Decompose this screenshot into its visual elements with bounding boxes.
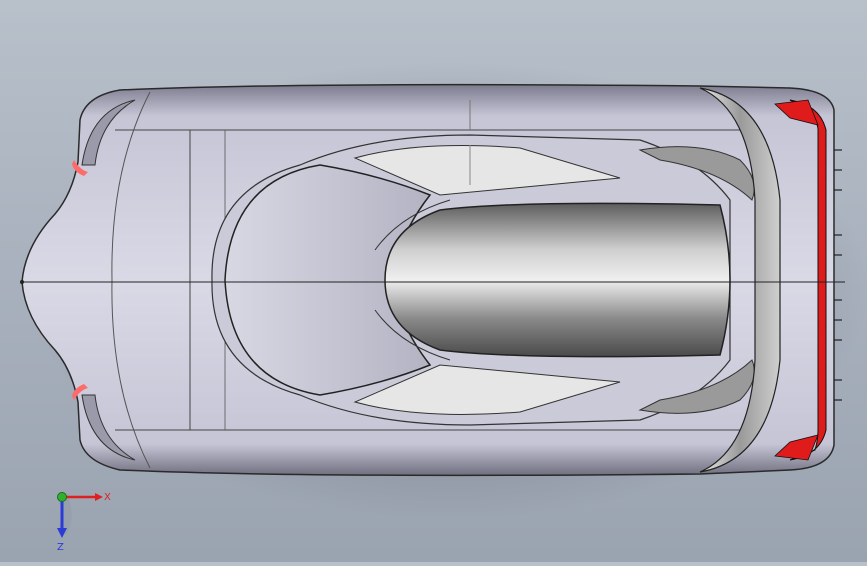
engine-pod[interactable]: [384, 202, 731, 358]
graphics-viewport[interactable]: X Z: [0, 0, 867, 562]
centerline-endpoint: [20, 280, 24, 284]
car-model-top-view[interactable]: [0, 0, 867, 562]
